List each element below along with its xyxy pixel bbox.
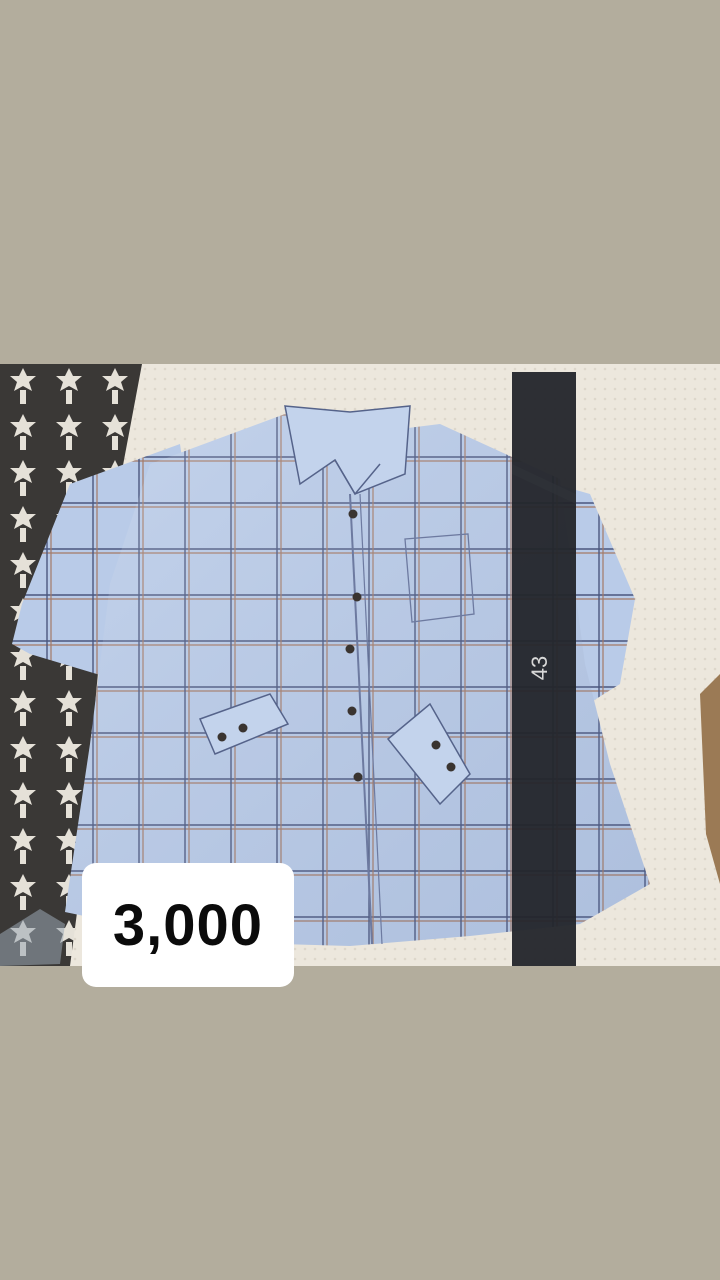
story-frame: 43 3,000	[0, 0, 720, 1280]
size-label: 43	[527, 655, 552, 681]
price-badge: 3,000	[82, 863, 294, 987]
price-text: 3,000	[112, 892, 264, 958]
